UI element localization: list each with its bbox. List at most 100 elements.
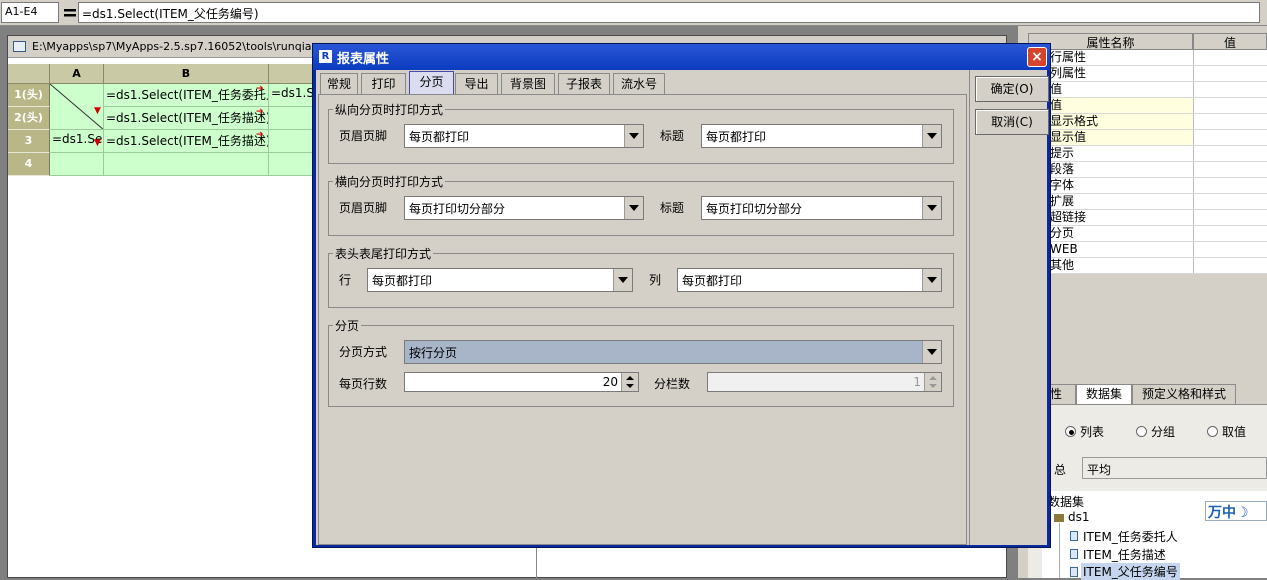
row-header-3[interactable]: 3 [8,130,50,153]
property-value[interactable] [1193,82,1267,97]
radio-list[interactable] [1065,426,1076,437]
table-col-select[interactable]: 每页都打印 [677,268,942,292]
ime-indicator-icon[interactable]: 万中☽ [1205,501,1267,521]
property-row[interactable]: 分页 [1028,226,1267,242]
property-row[interactable]: 提示 [1028,146,1267,162]
property-value[interactable] [1193,66,1267,81]
property-value[interactable] [1193,178,1267,193]
column-header-a[interactable]: A [50,64,104,84]
chevron-down-icon[interactable] [624,125,643,147]
column-header-c[interactable] [269,64,314,84]
cell-c2[interactable] [269,107,314,130]
tree-field-3[interactable]: ITEM_父任务编号 [1081,563,1180,580]
property-row[interactable]: 行属性 [1028,50,1267,66]
columns-label: 分栏数 [654,377,691,391]
cell-a3[interactable]: =ds1.Sel ▼ [50,130,104,153]
property-row[interactable]: 扩展 [1028,194,1267,210]
summary-select[interactable]: 平均 [1082,457,1267,479]
dialog-button-panel [969,70,1047,545]
property-value[interactable] [1193,130,1267,145]
property-name: 值 [1050,98,1063,112]
tab-general[interactable]: 常规 [320,73,358,94]
chevron-down-icon[interactable] [922,341,941,363]
property-row[interactable]: 超链接 [1028,210,1267,226]
column-header-b[interactable]: B [104,64,269,84]
radio-group[interactable] [1136,426,1147,437]
cell-b1-text: =ds1.Select(ITEM_任务委托人 [106,88,269,102]
property-row[interactable]: 显示格式 [1028,114,1267,130]
tab-background[interactable]: 背景图 [501,73,555,94]
chevron-down-icon[interactable] [922,125,941,147]
property-value[interactable] [1193,194,1267,209]
property-row[interactable]: 段落 [1028,162,1267,178]
cell-a4[interactable] [50,153,104,176]
cell-a1-diagonal[interactable]: ▼ [50,84,104,130]
property-value[interactable] [1193,98,1267,113]
ok-button[interactable]: 确定(O) [975,76,1049,102]
tab-predefined-styles[interactable]: 预定义格和样式 [1132,384,1236,404]
folder-icon [1054,514,1064,522]
table-row-select[interactable]: 每页都打印 [367,268,633,292]
paging-mode-select[interactable]: 按行分页 [404,340,942,364]
columns-stepper[interactable]: 1 [707,372,942,392]
vertical-title-select[interactable]: 每页都打印 [701,124,942,148]
property-row[interactable]: 字体 [1028,178,1267,194]
tab-print[interactable]: 打印 [361,73,406,94]
spinner-arrows-icon[interactable] [924,373,941,391]
property-row[interactable]: 值 [1028,82,1267,98]
tree-field-1[interactable]: ITEM_任务委托人 [1083,528,1178,545]
tab-subreport[interactable]: 子报表 [558,73,610,94]
vertical-header-footer-select[interactable]: 每页都打印 [404,124,644,148]
cell-b4[interactable] [104,153,269,176]
property-name: 提示 [1050,146,1075,160]
property-value[interactable] [1193,242,1267,257]
chevron-down-icon[interactable] [922,269,941,291]
chevron-down-icon[interactable] [922,197,941,219]
tree-ds1[interactable]: ds1 [1068,510,1090,524]
property-row[interactable]: WEB [1028,242,1267,258]
cell-b1[interactable]: =ds1.Select(ITEM_任务委托人 ➔ [104,84,269,107]
expand-right-arrow-icon: ➔ [256,84,264,94]
row-header-1[interactable]: 1(头) [8,84,50,107]
close-button[interactable]: × [1027,47,1047,67]
tree-field-2[interactable]: ITEM_任务描述 [1083,546,1166,563]
property-value[interactable] [1193,162,1267,177]
rows-per-page-stepper[interactable]: 20 [404,372,639,392]
cell-reference-field[interactable]: A1-E4 [1,2,59,23]
cell-c4[interactable] [269,153,314,176]
cancel-button[interactable]: 取消(C) [975,109,1049,135]
property-value[interactable] [1193,210,1267,225]
formula-input[interactable]: =ds1.Select(ITEM_父任务编号) [78,2,1260,23]
tree-root[interactable]: 数据集 [1048,493,1084,510]
tab-export[interactable]: 导出 [455,73,498,94]
field-icon [1070,567,1078,577]
spinner-arrows-icon[interactable] [621,373,638,391]
property-value[interactable] [1193,146,1267,161]
row-header-4[interactable]: 4 [8,153,50,176]
row-header-2[interactable]: 2(头) [8,107,50,130]
paging-group [328,325,954,407]
horizontal-header-footer-select[interactable]: 每页打印切分部分 [404,196,644,220]
grid-corner[interactable] [8,64,50,84]
cell-b2[interactable]: =ds1.Select(ITEM_任务描述) ➔ [104,107,269,130]
tab-dataset[interactable]: 数据集 [1076,384,1132,404]
property-value[interactable] [1193,114,1267,129]
cell-c3[interactable] [269,130,314,153]
radio-value-label: 取值 [1222,425,1247,439]
expand-right-arrow-icon: ➔ [256,107,264,117]
property-value[interactable] [1193,226,1267,241]
property-row[interactable]: 值 [1028,98,1267,114]
tab-paging[interactable]: 分页 [409,71,454,95]
horizontal-title-select[interactable]: 每页打印切分部分 [701,196,942,220]
tab-serial-number[interactable]: 流水号 [613,73,665,94]
chevron-down-icon[interactable] [624,197,643,219]
property-row[interactable]: 显示值 [1028,130,1267,146]
property-value[interactable] [1193,50,1267,65]
chevron-down-icon[interactable] [613,269,632,291]
property-value[interactable] [1193,258,1267,273]
radio-value[interactable] [1207,426,1218,437]
property-row[interactable]: 列属性 [1028,66,1267,82]
property-row[interactable]: 其他 [1028,258,1267,274]
cell-b3[interactable]: =ds1.Select(ITEM_任务描述) ➔ [104,130,269,153]
cell-c1[interactable]: =ds1.Se [269,84,314,107]
